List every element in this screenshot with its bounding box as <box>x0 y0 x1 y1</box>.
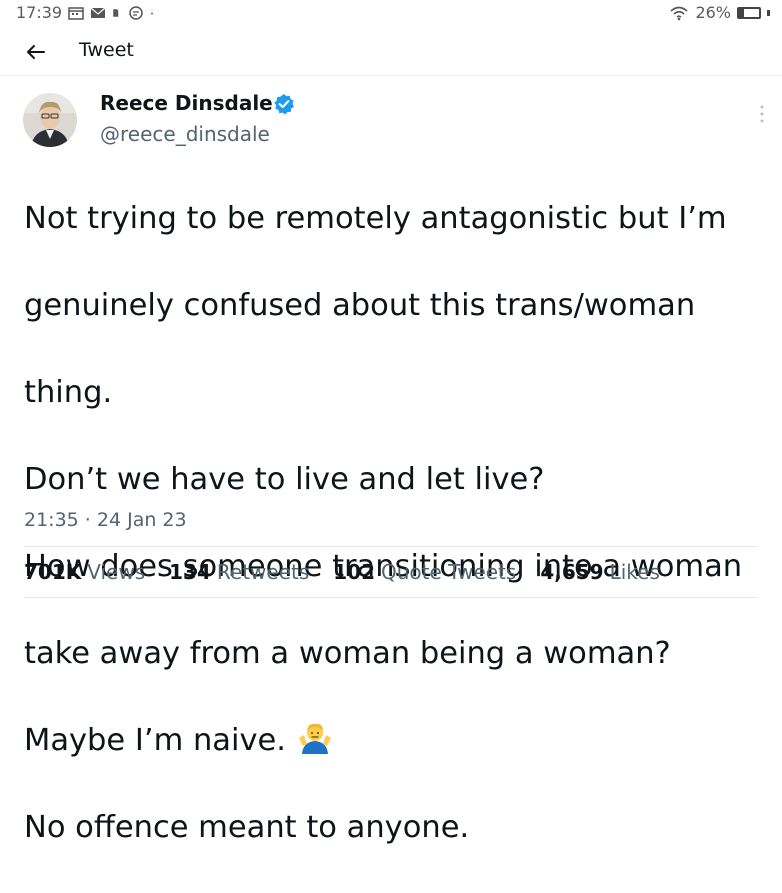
stat-views[interactable]: 701K Views <box>24 560 145 584</box>
tweet-timestamp[interactable]: 21:35 · 24 Jan 23 <box>24 509 187 531</box>
status-left: 17:39 <box>16 3 158 22</box>
status-time: 17:39 <box>16 3 63 22</box>
stat-label: Retweets <box>216 560 310 584</box>
stat-quote-tweets[interactable]: 102 Quote Tweets <box>333 560 516 584</box>
stat-label: Quote Tweets <box>381 560 517 584</box>
stat-count: 4,659 <box>540 560 604 584</box>
battery-icon <box>737 6 761 19</box>
tweet-stats: 701K Views 134 Retweets 102 Quote Tweets… <box>24 560 660 584</box>
sim-icon <box>113 8 119 17</box>
stat-count: 102 <box>333 560 376 584</box>
status-right: 26% <box>669 3 770 22</box>
avatar[interactable] <box>23 93 77 147</box>
dot-icon <box>151 12 154 14</box>
more-options-icon[interactable] <box>756 103 768 125</box>
calendar-icon <box>68 6 84 20</box>
stat-count: 701K <box>24 560 82 584</box>
battery-tip <box>767 9 770 16</box>
status-bar: 17:39 26% <box>0 0 782 26</box>
divider <box>24 546 758 547</box>
wifi-icon <box>670 6 688 20</box>
stat-label: Likes <box>609 560 660 584</box>
tweet-line: genuinely confused about this trans/woma… <box>24 287 696 323</box>
battery-fill <box>739 8 745 17</box>
author-handle[interactable]: @reece_dinsdale <box>100 122 270 146</box>
stat-label: Views <box>87 560 146 584</box>
arrow-left-icon[interactable] <box>22 38 50 66</box>
tweet-line: Don’t we have to live and let live? <box>24 461 545 497</box>
battery-percent: 26% <box>695 3 731 22</box>
person-shrugging-emoji-icon <box>298 723 331 754</box>
stat-count: 134 <box>169 560 211 584</box>
tweet-line: Not trying to be remotely antagonistic b… <box>24 200 727 236</box>
author-name[interactable]: Reece Dinsdale <box>100 91 273 115</box>
divider <box>24 597 758 598</box>
mail-icon <box>90 7 106 18</box>
page-title: Tweet <box>79 39 134 61</box>
tweet-line-with-emoji: Maybe I’m naive. <box>24 719 764 763</box>
tweet-line: take away from a woman being a woman? <box>24 635 671 671</box>
tweet-line: Maybe I’m naive. <box>24 722 286 758</box>
app-header: Tweet <box>0 28 782 76</box>
tweet-line: thing. <box>24 374 113 410</box>
stat-likes[interactable]: 4,659 Likes <box>540 560 660 584</box>
verified-badge-icon <box>274 94 294 115</box>
tweet-line: No offence meant to anyone. <box>24 809 470 845</box>
stat-retweets[interactable]: 134 Retweets <box>169 560 309 584</box>
chat-icon <box>129 5 143 20</box>
